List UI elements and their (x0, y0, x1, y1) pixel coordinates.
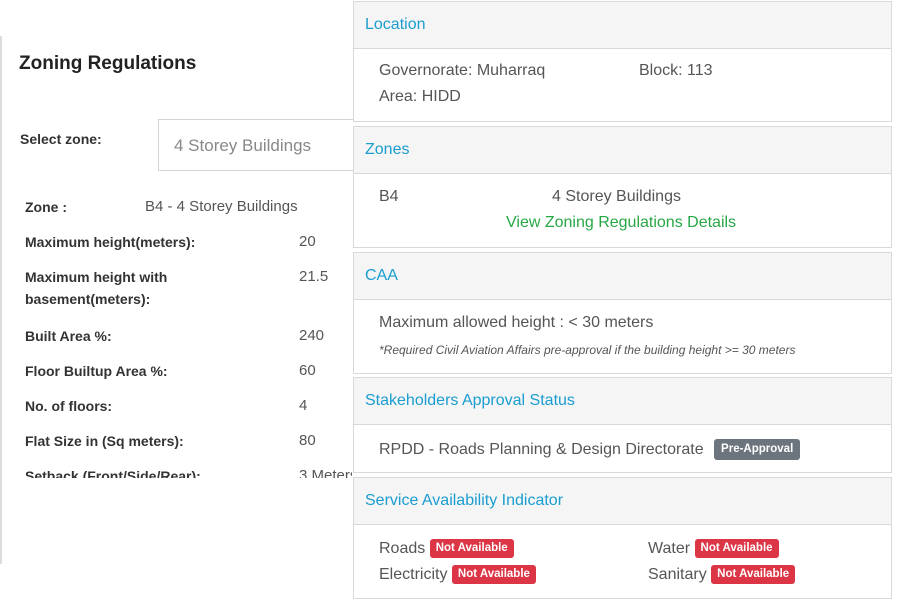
governorate-text: Governorate: Muharraq (379, 62, 546, 79)
caa-card-header: CAA (354, 253, 891, 300)
caa-card: CAA Maximum allowed height : < 30 meters… (353, 252, 892, 374)
reg-label: Maximum height(meters): (25, 234, 196, 250)
reg-value: 60 (299, 362, 316, 379)
caa-note: *Required Civil Aviation Affairs pre-app… (379, 343, 796, 357)
zones-card-header: Zones (354, 127, 891, 174)
regulations-list[interactable]: Zone : B4 - 4 Storey Buildings Maximum h… (0, 196, 352, 478)
reg-value: 4 (299, 397, 308, 414)
stakeholder-name: RPDD - Roads Planning & Design Directora… (379, 441, 704, 458)
stakeholder-item: RPDD - Roads Planning & Design Directora… (379, 439, 801, 460)
zone-name: 4 Storey Buildings (552, 188, 681, 205)
view-zoning-details-link[interactable]: View Zoning Regulations Details (506, 214, 736, 232)
reg-label: Flat Size in (Sq meters): (25, 433, 184, 449)
service-name: Water (648, 540, 691, 557)
status-badge: Not Available (451, 565, 536, 584)
reg-value: B4 - 4 Storey Buildings (145, 198, 298, 215)
status-badge: Not Available (711, 565, 796, 584)
location-card-body: Governorate: Muharraq Block: 113 Area: H… (354, 49, 891, 121)
page-title: Zoning Regulations (19, 53, 197, 74)
service-name: Roads (379, 540, 426, 557)
service-name: Electricity (379, 566, 448, 583)
location-card: Location Governorate: Muharraq Block: 11… (353, 1, 892, 122)
reg-label: Setback (Front/Side/Rear): (25, 468, 201, 478)
area-text: Area: HIDD (379, 88, 461, 105)
service-name: Sanitary (648, 566, 707, 583)
service-card-header: Service Availability Indicator (354, 478, 891, 525)
stakeholders-card-header: Stakeholders Approval Status (354, 378, 891, 425)
service-availability-card: Service Availability Indicator Roads Not… (353, 477, 892, 599)
reg-value: 240 (299, 327, 325, 344)
service-electricity: Electricity Not Available (379, 565, 536, 584)
stakeholders-card-body: RPDD - Roads Planning & Design Directora… (354, 425, 891, 472)
reg-label: Built Area %: (25, 328, 112, 344)
reg-label: No. of floors: (25, 398, 113, 414)
caa-max-height: Maximum allowed height : < 30 meters (379, 314, 654, 331)
zone-code: B4 (379, 188, 399, 205)
select-zone-label: Select zone: (20, 131, 102, 147)
location-card-header: Location (354, 2, 891, 49)
caa-card-body: Maximum allowed height : < 30 meters *Re… (354, 300, 891, 373)
reg-value: 21.5 (299, 268, 329, 285)
zoning-regulations-panel: Zoning Regulations Select zone: 4 Storey… (0, 0, 360, 600)
zones-card-body: B4 4 Storey Buildings View Zoning Regula… (354, 174, 891, 247)
status-badge: Not Available (694, 539, 779, 558)
zone-select[interactable]: 4 Storey Buildings (158, 119, 358, 171)
reg-value: 3 Meters (299, 467, 352, 478)
zones-card: Zones B4 4 Storey Buildings View Zoning … (353, 126, 892, 248)
reg-value: 20 (299, 233, 316, 250)
reg-value: 80 (299, 432, 316, 449)
service-roads: Roads Not Available (379, 539, 514, 558)
service-water: Water Not Available (648, 539, 779, 558)
reg-label: Floor Builtup Area %: (25, 363, 168, 379)
service-sanitary: Sanitary Not Available (648, 565, 796, 584)
stakeholders-card: Stakeholders Approval Status RPDD - Road… (353, 377, 892, 473)
reg-label: Maximum height with basement(meters): (25, 269, 168, 307)
zone-select-value: 4 Storey Buildings (174, 136, 312, 155)
service-card-body: Roads Not Available Water Not Available … (354, 525, 891, 598)
block-text: Block: 113 (639, 62, 713, 79)
pre-approval-badge: Pre-Approval (714, 439, 801, 460)
status-badge: Not Available (429, 539, 514, 558)
